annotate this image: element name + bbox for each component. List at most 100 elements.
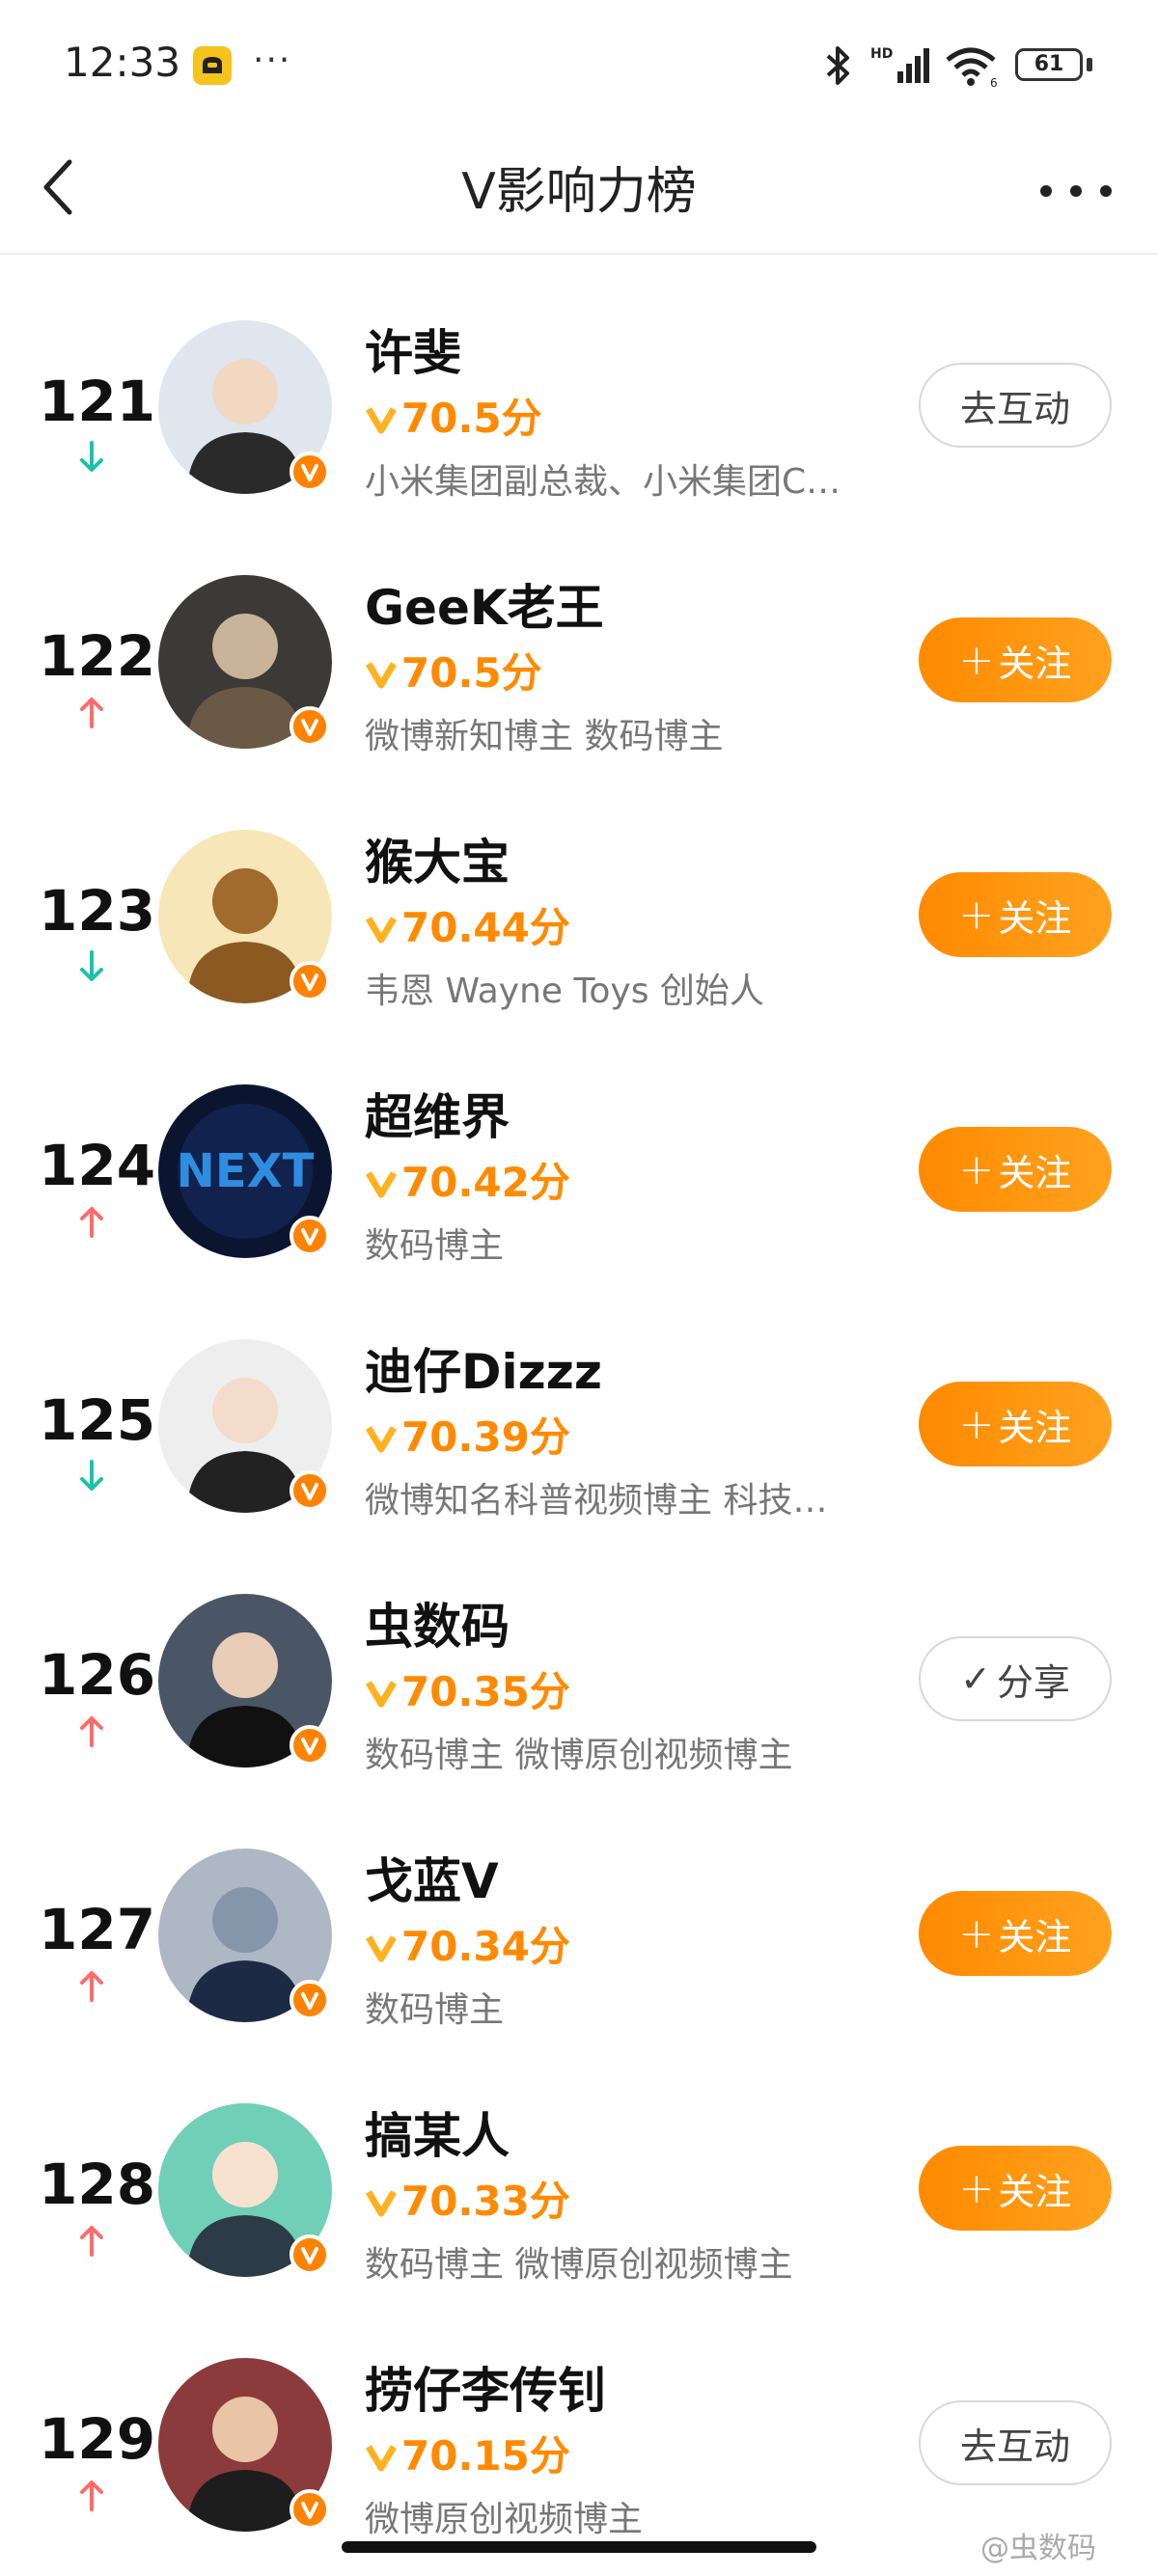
user-name[interactable]: 戈蓝V [365,1843,499,1912]
rank-number: 123 [39,878,156,944]
user-name[interactable]: 搞某人 [365,2097,510,2167]
plus-icon: + [958,635,995,685]
rank-number: 122 [39,623,156,689]
ranking-row[interactable]: 123 猴大宝 70.44分 韦恩 Wayne Toys 创始人 + 关注 [0,764,1158,1019]
follow-button[interactable]: + 关注 [919,1382,1112,1466]
interact-button[interactable]: 去互动 [919,2400,1112,2485]
user-description: 数码博主 微博原创视频博主 [365,1736,793,1775]
v-score-icon [365,1171,398,1198]
influence-score: 70.34分 [365,1914,570,1973]
user-description: 微博原创视频博主 [365,2500,644,2539]
score-value: 70.5分 [401,649,542,697]
user-description: 微博新知博主 数码博主 [365,717,724,756]
share-button[interactable]: ✓ 分享 [919,1636,1112,1721]
user-name[interactable]: GeeK老王 [365,569,604,639]
rank-number: 128 [39,2151,156,2217]
user-name[interactable]: 捞仔李传钊 [365,2352,606,2422]
follow-button-label: 关注 [998,2170,1072,2213]
ranking-row[interactable]: 126 虫数码 70.35分 数码博主 微博原创视频博主 ✓ 分享 [0,1528,1158,1783]
status-bar: 12:33 ··· HD 6 61 [0,0,1158,135]
verified-badge-icon [290,1216,330,1256]
follow-button[interactable]: + 关注 [919,1891,1112,1976]
verified-badge-icon [290,1470,330,1511]
svg-text:6: 6 [990,76,998,89]
page-title: V影响力榜 [461,163,697,221]
ranking-row[interactable]: 129 捞仔李传钊 70.15分 微博原创视频博主 去互动 [0,2292,1158,2547]
follow-button[interactable]: + 关注 [919,2146,1112,2231]
interact-button-label: 去互动 [959,2425,1070,2468]
trend-up-icon [80,2480,103,2511]
score-value: 70.44分 [401,904,570,951]
verified-badge-icon [290,706,330,747]
trend-up-icon [80,1716,103,1747]
user-description: 韦恩 Wayne Toys 创始人 [365,972,764,1011]
v-score-icon [365,662,398,689]
rank-number: 125 [39,1387,156,1453]
user-name[interactable]: 许斐 [365,315,461,384]
trend-down-icon [80,950,103,981]
ranking-row[interactable]: 122 GeeK老王 70.5分 微博新知博主 数码博主 + 关注 [0,509,1158,764]
ranking-row[interactable]: 128 搞某人 70.33分 数码博主 微博原创视频博主 + 关注 [0,2038,1158,2292]
follow-button-label: 关注 [998,1915,1072,1959]
wifi-icon: 6 [946,47,998,89]
trend-down-icon [80,441,103,472]
ranking-row[interactable]: 121 许斐 70.5分 小米集团副总裁、小米集团C… 去互动 [0,255,1158,509]
v-score-icon [365,917,398,944]
user-description: 微博知名科普视频博主 科技… [365,1481,828,1521]
influence-score: 70.44分 [365,895,570,954]
battery-indicator: 61 [1015,48,1083,81]
rank-number: 126 [39,1642,156,1708]
score-value: 70.34分 [401,1923,570,1970]
navigation-bar: V影响力榜 [0,135,1158,255]
score-value: 70.39分 [401,1413,570,1461]
plus-icon: + [958,890,995,940]
influence-score: 70.15分 [365,2424,570,2482]
user-name[interactable]: 迪仔Dizzz [365,1333,602,1403]
plus-icon: + [958,2163,995,2213]
ranking-row[interactable]: 125 迪仔Dizzz 70.39分 微博知名科普视频博主 科技… + 关注 [0,1274,1158,1528]
verified-badge-icon [290,1725,330,1766]
influence-score: 70.33分 [365,2169,570,2228]
verified-badge-icon [290,2234,330,2275]
ranking-row[interactable]: 127 戈蓝V 70.34分 数码博主 + 关注 [0,1783,1158,2038]
home-indicator[interactable] [342,2541,816,2553]
user-name[interactable]: 猴大宝 [365,824,510,893]
watermark: @虫数码 [980,2532,1096,2565]
user-name[interactable]: 超维界 [365,1079,510,1148]
ranking-row[interactable]: 124 NEXT 超维界 70.42分 数码博主 + 关注 [0,1019,1158,1274]
follow-button-label: 关注 [998,642,1072,685]
follow-button[interactable]: + 关注 [919,617,1112,702]
follow-button-label: 关注 [998,1406,1072,1449]
follow-button[interactable]: + 关注 [919,872,1112,957]
follow-button-label: 关注 [998,1151,1072,1194]
trend-up-icon [80,2226,103,2257]
v-score-icon [365,2190,398,2217]
influence-score: 70.5分 [365,641,542,699]
user-description: 数码博主 [365,1990,505,2030]
status-time: 12:33 [64,39,181,86]
user-description: 数码博主 [365,1226,505,1266]
v-score-icon [365,407,398,434]
interact-button[interactable]: 去互动 [919,363,1112,448]
influence-score: 70.5分 [365,386,542,445]
battery-tip [1087,58,1092,71]
v-score-icon [365,2445,398,2472]
signal-icon: HD [870,46,929,83]
follow-button-label: 关注 [998,896,1072,940]
user-description: 数码博主 微博原创视频博主 [365,2245,793,2285]
v-score-icon [365,1426,398,1453]
influence-score: 70.39分 [365,1405,570,1464]
svg-text:HD: HD [870,46,893,62]
score-value: 70.35分 [401,1668,570,1715]
follow-button[interactable]: + 关注 [919,1127,1112,1212]
more-options-icon[interactable] [1033,172,1119,210]
bluetooth-icon [826,46,849,85]
influence-score: 70.35分 [365,1659,570,1718]
verified-badge-icon [290,1980,330,2020]
interact-button-label: 去互动 [959,387,1070,430]
app-notification-icon [193,46,232,85]
user-name[interactable]: 虫数码 [365,1588,510,1658]
verified-badge-icon [290,452,330,492]
verified-badge-icon [290,2489,330,2530]
plus-icon: + [958,1399,995,1449]
